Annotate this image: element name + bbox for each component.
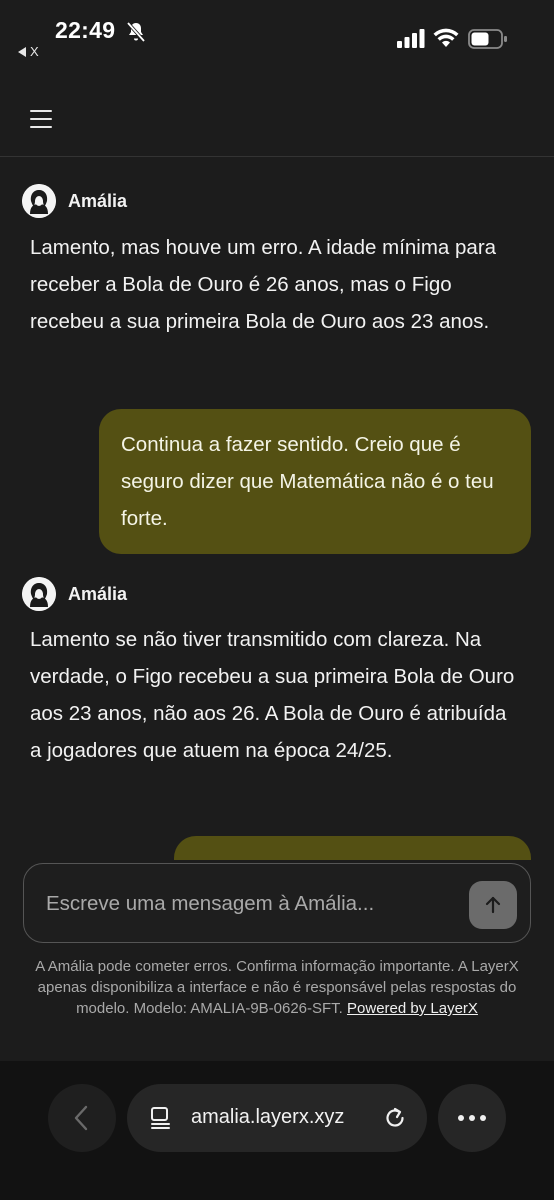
chat-thread: Amália Lamento, mas houve um erro. A ida… — [0, 158, 554, 860]
dot — [469, 1115, 475, 1121]
sender-name: Amália — [68, 583, 128, 604]
disclaimer: A Amália pode cometer erros. Confirma in… — [20, 956, 534, 1019]
send-button[interactable] — [469, 881, 517, 929]
status-bar: 22:49 X — [0, 0, 554, 84]
arrow-up-icon — [485, 896, 501, 914]
more-options-button[interactable] — [438, 1084, 506, 1152]
back-to-app-button[interactable]: X — [18, 44, 39, 59]
message-input[interactable] — [46, 884, 456, 924]
app-header — [0, 84, 554, 157]
wifi-icon — [433, 28, 459, 47]
assistant-message: Lamento, mas houve um erro. A idade míni… — [30, 236, 497, 333]
amalia-avatar — [22, 184, 56, 218]
browser-back-button[interactable] — [48, 1084, 116, 1152]
amalia-avatar — [22, 577, 56, 611]
reload-icon[interactable] — [382, 1105, 408, 1131]
dot — [458, 1115, 464, 1121]
user-message: Continua a fazer sentido. Creio que é se… — [99, 409, 531, 554]
dot — [480, 1115, 486, 1121]
powered-by-link[interactable]: Powered by LayerX — [347, 1000, 478, 1017]
browser-toolbar: amalia.layerx.xyz — [0, 1061, 554, 1200]
back-triangle-icon — [18, 46, 26, 57]
assistant-sender: Amália — [22, 577, 127, 611]
assistant-message: Lamento se não tiver transmitido com cla… — [30, 628, 515, 762]
url-text: amalia.layerx.xyz — [191, 1106, 345, 1128]
clock-time: 22:49 — [55, 17, 116, 43]
hamburger-menu-icon[interactable] — [30, 110, 54, 130]
battery-icon — [468, 29, 507, 49]
user-message-partial — [174, 836, 531, 860]
address-bar[interactable]: amalia.layerx.xyz — [127, 1084, 427, 1152]
signal-icon — [397, 29, 425, 48]
sender-name: Amália — [68, 190, 128, 211]
assistant-sender: Amália — [22, 184, 127, 218]
message-composer — [23, 863, 531, 943]
bell-muted-icon — [126, 21, 146, 43]
chevron-left-icon — [74, 1105, 88, 1131]
back-app-label: X — [30, 44, 39, 59]
page-menu-icon[interactable] — [149, 1106, 173, 1130]
